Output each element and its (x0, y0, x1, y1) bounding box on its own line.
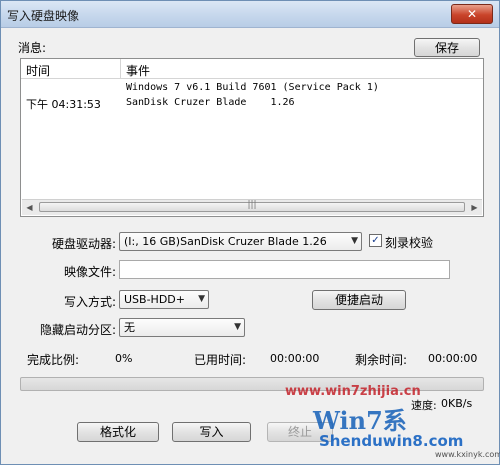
column-header-time[interactable]: 时间 (26, 62, 50, 79)
column-header-event[interactable]: 事件 (126, 62, 150, 79)
watermark-logo: Win7系 (313, 406, 407, 435)
elapsed-label: 已用时间: (194, 353, 247, 367)
list-item[interactable]: 下午 04:31:53 SanDisk Cruzer Blade 1.26 (21, 96, 483, 111)
list-item-time: 下午 04:31:53 (26, 98, 101, 111)
completion-value: 0% (115, 352, 133, 365)
scroll-right-arrow-icon[interactable]: ▶ (467, 200, 482, 215)
drive-label: 硬盘驱动器: (52, 237, 117, 251)
quick-boot-button[interactable]: 便捷启动 (312, 290, 406, 310)
window-title: 写入硬盘映像 (7, 9, 80, 23)
completion-label: 完成比例: (27, 353, 80, 367)
message-list[interactable]: 时间 事件 Windows 7 v6.1 Build 7601 (Service… (20, 58, 484, 217)
remaining-value: 00:00:00 (428, 352, 478, 365)
verify-checkbox[interactable]: ✓ (369, 234, 382, 247)
close-button[interactable]: ✕ (451, 4, 493, 24)
list-item-event: SanDisk Cruzer Blade 1.26 (126, 97, 295, 108)
elapsed-value: 00:00:00 (270, 352, 320, 365)
list-item-event: Windows 7 v6.1 Build 7601 (Service Pack … (126, 82, 379, 93)
write-mode-select[interactable]: USB-HDD+ ▼ (119, 290, 209, 309)
list-header: 时间 事件 (21, 59, 483, 79)
chevron-down-icon: ▼ (234, 322, 241, 332)
watermark-url: www.kxinyk.com (435, 450, 500, 459)
list-item[interactable]: Windows 7 v6.1 Build 7601 (Service Pack … (21, 81, 483, 95)
hidden-partition-value: 无 (124, 321, 135, 334)
verify-label[interactable]: 刻录校验 (385, 234, 433, 251)
scrollbar-thumb[interactable]: ||| (39, 200, 465, 212)
format-button[interactable]: 格式化 (77, 422, 159, 442)
title-bar[interactable]: 写入硬盘映像 ✕ (1, 1, 499, 28)
drive-select[interactable]: (I:, 16 GB)SanDisk Cruzer Blade 1.26 ▼ (119, 232, 362, 251)
remaining-label: 剩余时间: (355, 353, 408, 367)
image-file-input[interactable] (119, 260, 450, 279)
drive-select-value: (I:, 16 GB)SanDisk Cruzer Blade 1.26 (124, 235, 327, 248)
hidden-partition-label: 隐藏启动分区: (40, 323, 117, 337)
scroll-left-arrow-icon[interactable]: ◀ (22, 200, 37, 215)
write-button[interactable]: 写入 (172, 422, 251, 442)
scroll-grip-icon: ||| (247, 200, 257, 210)
watermark-top: www.win7zhijia.cn (285, 384, 421, 399)
messages-label: 消息: (18, 41, 47, 55)
write-disk-image-window: 写入硬盘映像 ✕ 消息: 保存 时间 事件 Windows 7 v6.1 Bui… (0, 0, 500, 465)
chevron-down-icon: ▼ (351, 236, 358, 246)
speed-value: 0KB/s (441, 397, 473, 410)
speed-label: 速度: (411, 399, 437, 412)
save-button[interactable]: 保存 (414, 38, 480, 57)
write-mode-value: USB-HDD+ (124, 293, 185, 306)
watermark-bottom: Shenduwin8.com (319, 432, 464, 450)
horizontal-scrollbar[interactable]: ◀ ||| ▶ (22, 199, 482, 215)
write-mode-label: 写入方式: (64, 295, 117, 309)
image-file-label: 映像文件: (64, 265, 117, 279)
chevron-down-icon: ▼ (198, 294, 205, 304)
hidden-partition-select[interactable]: 无 ▼ (119, 318, 245, 337)
